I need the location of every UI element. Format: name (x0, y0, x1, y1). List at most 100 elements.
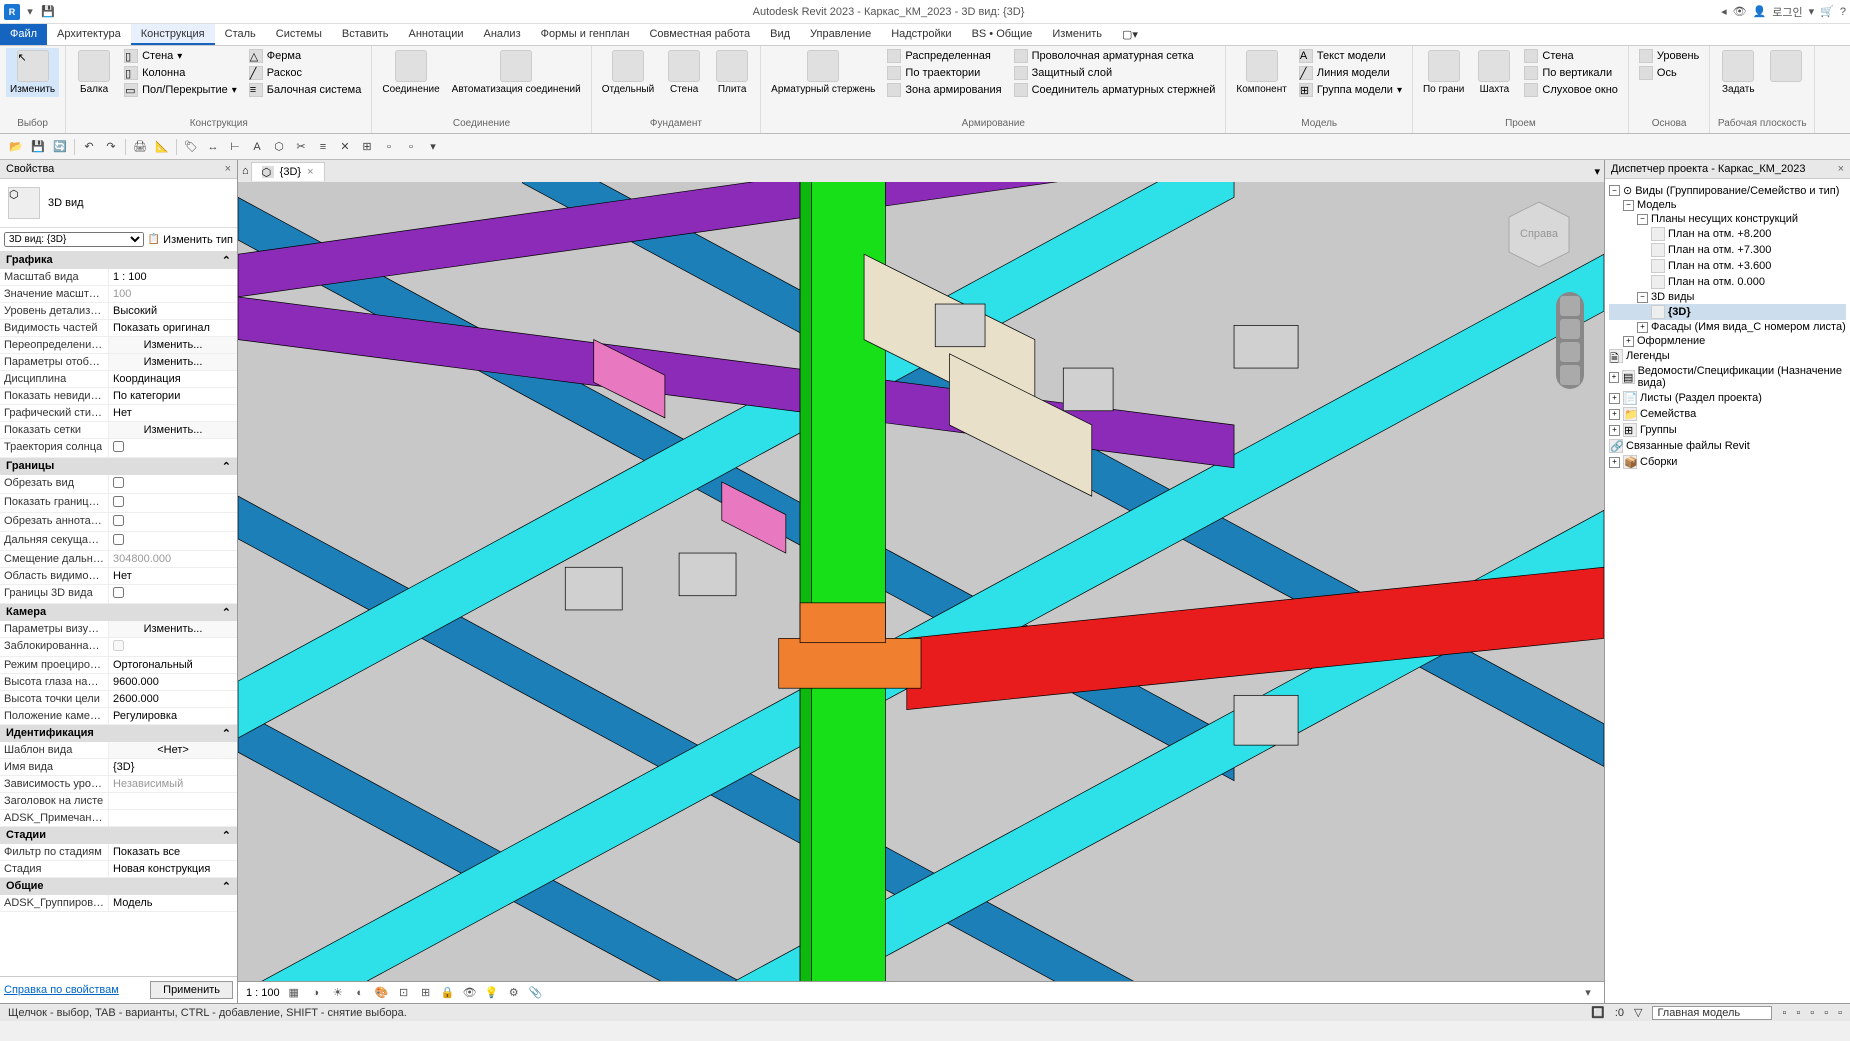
qat-sync[interactable]: 🔄 (50, 137, 70, 157)
prop-crop-check[interactable] (113, 477, 124, 488)
prop-discipline[interactable]: Координация (108, 371, 237, 387)
prop-farclip-check[interactable] (113, 534, 124, 545)
prop-render-edit[interactable]: Изменить... (108, 621, 237, 637)
level-button[interactable]: Уровень (1635, 48, 1703, 64)
tab-insert[interactable]: Вставить (332, 24, 399, 45)
prop-section-check[interactable] (113, 587, 124, 598)
vc-lock[interactable]: 🔒 (440, 985, 456, 1001)
prop-scale[interactable]: 1 : 100 (108, 269, 237, 285)
prop-campos[interactable]: Регулировка (108, 708, 237, 724)
node-model[interactable]: −Модель (1609, 198, 1846, 212)
grid-button[interactable]: Ось (1635, 65, 1703, 81)
vc-sun[interactable]: ☀ (330, 985, 346, 1001)
cart-icon[interactable]: 🛒 (1820, 5, 1834, 18)
vc-reveal[interactable]: 💡 (484, 985, 500, 1001)
vc-temp[interactable]: 👁 (462, 985, 478, 1001)
qat-save-icon[interactable]: 💾 (40, 4, 56, 20)
qat-more2[interactable]: ▫ (401, 137, 421, 157)
node-3d[interactable]: {3D} (1609, 304, 1846, 320)
status-sel4[interactable]: ▫ (1824, 1007, 1828, 1019)
group-extents[interactable]: Границы⌃ (0, 458, 237, 475)
modelgroup-button[interactable]: ⊞Группа модели ▾ (1295, 82, 1406, 98)
prop-adsknote[interactable] (108, 810, 237, 826)
byface-button[interactable]: По грани (1419, 48, 1468, 97)
modeltext-button[interactable]: AТекст модели (1295, 48, 1406, 64)
tab-bs[interactable]: BS • Общие (962, 24, 1043, 45)
node-plan-3600[interactable]: План на отм. +3.600 (1609, 258, 1846, 274)
node-3dviews[interactable]: −3D виды (1609, 290, 1846, 304)
component-button[interactable]: Компонент (1232, 48, 1290, 97)
view-tab-home[interactable]: ⌂ (242, 165, 249, 177)
beam-button[interactable]: Балка (72, 48, 116, 97)
vc-shadow[interactable]: ◐ (352, 985, 368, 1001)
group-graphics[interactable]: Графика⌃ (0, 252, 237, 269)
tab-structure[interactable]: Конструкция (131, 24, 215, 45)
node-design[interactable]: +Оформление (1609, 334, 1846, 348)
status-sel5[interactable]: ▫ (1838, 1007, 1842, 1019)
vc-cropshow[interactable]: ⊞ (418, 985, 434, 1001)
vc-detail[interactable]: ▦ (286, 985, 302, 1001)
view-tab-close[interactable]: × (307, 166, 313, 178)
qat-tag[interactable]: 🏷 (181, 137, 201, 157)
view-tabs-menu[interactable]: ▾ (1594, 165, 1600, 178)
nav-orbit[interactable] (1560, 365, 1580, 385)
type-selector[interactable]: ⬡ 3D вид (0, 179, 237, 228)
showwork-button[interactable] (1764, 48, 1808, 84)
prop-eye[interactable]: 9600.000 (108, 674, 237, 690)
vc-scale[interactable]: 1 : 100 (246, 987, 280, 999)
modelline-button[interactable]: ╱Линия модели (1295, 65, 1406, 81)
cover-button[interactable]: Защитный слой (1010, 65, 1220, 81)
autoconnection-button[interactable]: Автоматизация соединений (448, 48, 585, 97)
nav-wheel[interactable] (1560, 296, 1580, 316)
group-common[interactable]: Общие⌃ (0, 878, 237, 895)
node-plan-8200[interactable]: План на отм. +8.200 (1609, 226, 1846, 242)
prop-parts[interactable]: Показать оригинал (108, 320, 237, 336)
group-phasing[interactable]: Стадии⌃ (0, 827, 237, 844)
prop-phase[interactable]: Новая конструкция (108, 861, 237, 877)
qat-print[interactable]: 🖨 (130, 137, 150, 157)
tab-view[interactable]: Вид (760, 24, 800, 45)
node-groups[interactable]: +⊞Группы (1609, 422, 1846, 438)
status-sel3[interactable]: ▫ (1810, 1007, 1814, 1019)
vc-analytic[interactable]: ⚙ (506, 985, 522, 1001)
prop-name[interactable]: {3D} (108, 759, 237, 775)
prop-gstyle[interactable]: Нет (108, 405, 237, 421)
qat-dim[interactable]: ↔ (203, 137, 223, 157)
tab-annotate[interactable]: Аннотации (399, 24, 474, 45)
rebar-button[interactable]: Арматурный стержень (767, 48, 879, 97)
prop-hidden[interactable]: По категории (108, 388, 237, 404)
instance-select[interactable]: 3D вид: {3D} (4, 232, 144, 247)
status-sel1[interactable]: ▫ (1782, 1007, 1786, 1019)
vc-options[interactable]: ▾ (1580, 985, 1596, 1001)
group-camera[interactable]: Камера⌃ (0, 604, 237, 621)
setwork-button[interactable]: Задать (1716, 48, 1760, 97)
qat-thin[interactable]: ≡ (313, 137, 333, 157)
node-plan-7300[interactable]: План на отм. +7.300 (1609, 242, 1846, 258)
tab-file[interactable]: Файл (0, 24, 47, 45)
status-selection-icon[interactable]: 🔲 (1591, 1006, 1605, 1019)
prop-grids-edit[interactable]: Изменить... (108, 422, 237, 438)
qat-more1[interactable]: ▫ (379, 137, 399, 157)
prop-target[interactable]: 2600.000 (108, 691, 237, 707)
prop-sheettitle[interactable] (108, 793, 237, 809)
qat-measure[interactable]: 📐 (152, 137, 172, 157)
node-families[interactable]: +📁Семейства (1609, 406, 1846, 422)
node-plan-0[interactable]: План на отм. 0.000 (1609, 274, 1846, 290)
path-rebar-button[interactable]: По траектории (883, 65, 1005, 81)
vc-crop[interactable]: ⊡ (396, 985, 412, 1001)
vc-style[interactable]: ◑ (308, 985, 324, 1001)
prop-vg-edit[interactable]: Изменить... (108, 337, 237, 353)
dist-rebar-button[interactable]: Распределенная (883, 48, 1005, 64)
node-sheets[interactable]: +📄Листы (Раздел проекта) (1609, 390, 1846, 406)
node-assemblies[interactable]: +📦Сборки (1609, 454, 1846, 470)
slab-button[interactable]: Плита (710, 48, 754, 97)
qat-close[interactable]: ✕ (335, 137, 355, 157)
qat-save[interactable]: 💾 (28, 137, 48, 157)
isolated-button[interactable]: Отдельный (598, 48, 658, 97)
qat-section[interactable]: ✂ (291, 137, 311, 157)
properties-help-link[interactable]: Справка по свойствам (4, 984, 146, 996)
tab-collab[interactable]: Совместная работа (639, 24, 760, 45)
vc-render[interactable]: 🎨 (374, 985, 390, 1001)
fav-icon[interactable]: ▾ (1809, 5, 1815, 18)
connection-button[interactable]: Соединение (378, 48, 443, 97)
